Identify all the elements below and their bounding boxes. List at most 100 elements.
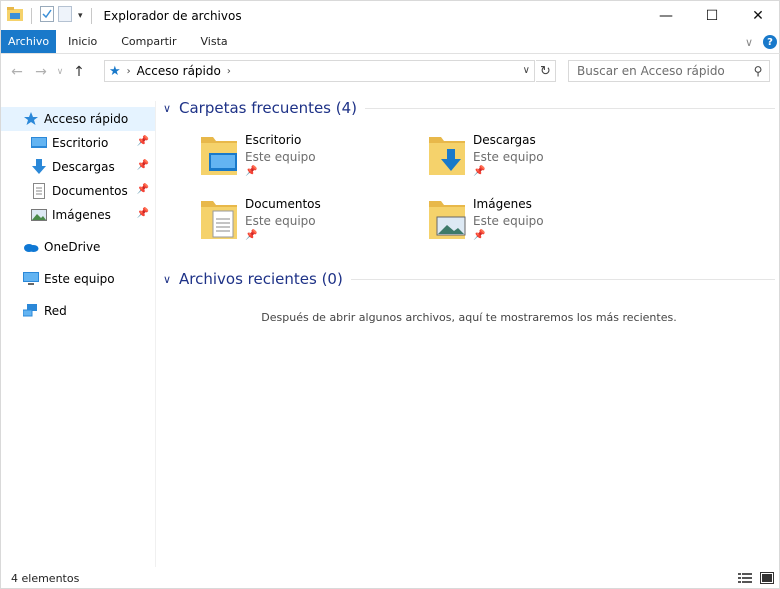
collapse-chevron-icon[interactable]: ∨ [163,273,177,286]
pin-icon[interactable]: 📌 [137,160,149,171]
folder-location: Este equipo [473,150,544,164]
navigation-pane: Acceso rápido Escritorio 📌 Descargas 📌 D… [1,101,156,567]
pin-icon[interactable]: 📌 [137,208,149,219]
view-toggle [737,571,775,584]
address-bar[interactable]: ★ › Acceso rápido › ∨ [104,60,535,82]
documents-icon [30,183,48,199]
window-controls: — ☐ ✕ [643,1,780,30]
explorer-app-icon[interactable] [7,7,23,24]
navigation-bar: ← → ∨ ↑ ★ › Acceso rápido › ∨ ↻ Buscar e… [1,55,780,88]
tile-text: Descargas Este equipo 📌 [473,131,544,189]
collapse-chevron-icon[interactable]: ∨ [163,102,177,115]
sidebar-item-red[interactable]: Red [1,299,155,323]
item-count: 4 elementos [11,571,80,585]
folder-location: Este equipo [245,214,316,228]
desktop-icon [30,137,48,149]
breadcrumb-separator-icon[interactable]: › [227,66,231,77]
address-dropdown-icon[interactable]: ∨ [523,65,530,76]
pin-icon[interactable]: 📌 [473,166,544,177]
pictures-folder-icon [429,201,466,239]
pin-icon[interactable]: 📌 [473,230,544,241]
folder-location: Este equipo [245,150,316,164]
title-bar: ▾ Explorador de archivos — ☐ ✕ [1,1,780,30]
pin-icon[interactable]: 📌 [137,136,149,147]
desktop-folder-icon [201,137,237,175]
group-divider [365,107,775,109]
help-icon[interactable]: ? [763,35,777,49]
maximize-button[interactable]: ☐ [689,1,735,30]
folder-tile-documentos[interactable]: Documentos Este equipo 📌 [197,195,417,253]
download-icon [30,159,48,175]
recent-locations-chevron-icon[interactable]: ∨ [53,67,67,77]
tile-text: Imágenes Este equipo 📌 [473,195,544,253]
pin-icon[interactable]: 📌 [245,166,316,177]
group-header-archivos-recientes[interactable]: ∨ Archivos recientes (0) [163,268,775,290]
sidebar-item-label: Red [44,304,67,318]
sidebar-item-label: Este equipo [44,272,115,286]
back-arrow-icon[interactable]: ← [5,64,29,80]
folder-tile-descargas[interactable]: Descargas Este equipo 📌 [425,131,645,189]
file-explorer-window: ▾ Explorador de archivos — ☐ ✕ Archivo I… [0,0,780,589]
toolbar-divider [31,7,32,24]
sidebar-item-label: Documentos [52,184,128,198]
folder-name: Imágenes [473,197,532,211]
computer-icon [22,272,40,286]
close-button[interactable]: ✕ [735,1,780,30]
folder-location: Este equipo [473,214,544,228]
sidebar-item-escritorio[interactable]: Escritorio 📌 [1,131,155,155]
quick-access-toolbar: ▾ [1,1,96,30]
sidebar-item-descargas[interactable]: Descargas 📌 [1,155,155,179]
search-input[interactable]: Buscar en Acceso rápido ⚲ [568,60,770,82]
large-icons-view-icon[interactable] [759,571,775,584]
empty-recent-message: Después de abrir algunos archivos, aquí … [261,311,677,324]
group-header-carpetas-frecuentes[interactable]: ∨ Carpetas frecuentes (4) [163,97,775,119]
folder-tile-imagenes[interactable]: Imágenes Este equipo 📌 [425,195,645,253]
tab-archivo[interactable]: Archivo [1,30,57,53]
tile-text: Escritorio Este equipo 📌 [245,131,316,189]
details-view-icon[interactable] [737,571,753,584]
pin-icon[interactable]: 📌 [137,184,149,195]
sidebar-item-imagenes[interactable]: Imágenes 📌 [1,203,155,227]
tab-compartir[interactable]: Compartir [109,30,188,53]
properties-icon[interactable] [40,6,54,25]
group-title: Archivos recientes (0) [179,270,343,288]
tile-text: Documentos Este equipo 📌 [245,195,321,253]
expand-ribbon-chevron-icon[interactable]: ∨ [745,36,753,49]
new-folder-icon[interactable] [58,6,72,25]
customize-toolbar-dropdown-icon[interactable]: ▾ [78,11,83,21]
tab-inicio[interactable]: Inicio [56,30,109,53]
status-bar: 4 elementos [1,567,780,589]
folder-name: Escritorio [245,133,302,147]
sidebar-item-label: Escritorio [52,136,109,150]
content-pane: ∨ Carpetas frecuentes (4) Escritorio Est… [159,91,779,561]
search-icon[interactable]: ⚲ [747,64,769,78]
sidebar-item-documentos[interactable]: Documentos 📌 [1,179,155,203]
pin-icon[interactable]: 📌 [245,230,321,241]
breadcrumb-separator-icon[interactable]: › [127,66,131,77]
forward-arrow-icon[interactable]: → [29,64,53,80]
sidebar-item-este-equipo[interactable]: Este equipo [1,267,155,291]
sidebar-item-onedrive[interactable]: OneDrive [1,235,155,259]
refresh-icon[interactable]: ↻ [536,60,556,82]
sidebar-item-label: OneDrive [44,240,101,254]
minimize-button[interactable]: — [643,1,689,30]
breadcrumb-acceso-rapido[interactable]: Acceso rápido [137,64,221,78]
folder-tile-escritorio[interactable]: Escritorio Este equipo 📌 [197,131,417,189]
star-icon [22,112,40,126]
window-title: Explorador de archivos [103,8,242,23]
documents-folder-icon [201,201,237,239]
sidebar-item-acceso-rapido[interactable]: Acceso rápido [1,107,155,131]
pictures-icon [30,209,48,221]
search-placeholder: Buscar en Acceso rápido [577,64,725,78]
up-arrow-icon[interactable]: ↑ [67,64,91,80]
cloud-icon [22,242,40,252]
group-divider [350,278,775,280]
downloads-folder-icon [429,137,465,175]
tab-vista[interactable]: Vista [189,30,240,53]
ribbon-right-controls: ∨ ? [745,30,777,54]
group-title: Carpetas frecuentes (4) [179,99,358,117]
ribbon-tabs: Archivo Inicio Compartir Vista ∨ ? [1,30,780,54]
folder-name: Documentos [245,197,321,211]
folder-name: Descargas [473,133,536,147]
sidebar-item-label: Imágenes [52,208,111,222]
